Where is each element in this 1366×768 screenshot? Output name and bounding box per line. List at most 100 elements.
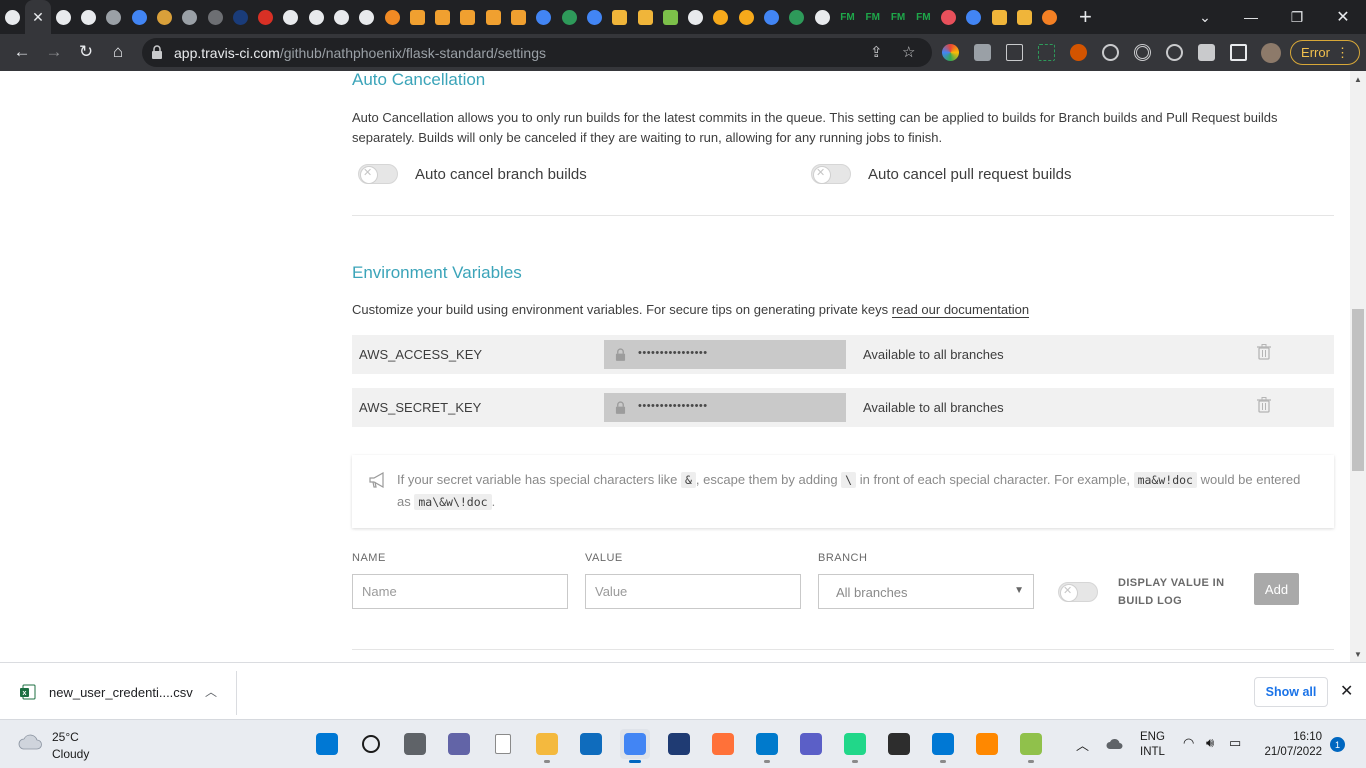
browser-tab[interactable]: [126, 0, 151, 34]
browser-tab[interactable]: [228, 0, 253, 34]
value-input[interactable]: [585, 574, 801, 609]
react-extension-icon[interactable]: [1102, 44, 1119, 61]
back-button[interactable]: ←: [8, 38, 36, 66]
trash-icon[interactable]: [1257, 344, 1271, 360]
screenshot-extension-icon[interactable]: [1038, 44, 1055, 61]
name-input[interactable]: [352, 574, 568, 609]
language-indicator[interactable]: ENG INTL: [1140, 730, 1165, 760]
close-window-button[interactable]: ✕: [1320, 0, 1366, 34]
browser-tab[interactable]: [1012, 0, 1037, 34]
wifi-icon[interactable]: ◠: [1183, 735, 1194, 751]
restore-button[interactable]: ❐: [1274, 0, 1320, 34]
cb-extension-icon[interactable]: [1006, 44, 1023, 61]
browser-tab[interactable]: [759, 0, 784, 34]
browser-tab[interactable]: [1037, 0, 1062, 34]
bookmark-star-icon[interactable]: ☆: [902, 43, 915, 61]
scroll-up-arrow-icon[interactable]: ▲: [1354, 75, 1362, 84]
firefox-icon[interactable]: [708, 729, 738, 759]
browser-tab[interactable]: FM: [885, 0, 910, 34]
browser-tab[interactable]: [405, 0, 430, 34]
outlook-icon[interactable]: [928, 729, 958, 763]
excel-file-icon[interactable]: x: [20, 684, 36, 700]
wordpress-extension-icon[interactable]: [1070, 44, 1087, 61]
chrome-icon[interactable]: [620, 729, 650, 763]
vlc-icon[interactable]: [972, 729, 1002, 759]
browser-tab[interactable]: [253, 0, 278, 34]
display-value-toggle[interactable]: ✕: [1058, 582, 1098, 602]
pycharm-icon[interactable]: [840, 729, 870, 763]
onedrive-cloud-icon[interactable]: [1106, 738, 1124, 750]
documentation-link[interactable]: read our documentation: [891, 302, 1030, 318]
w-extension-icon[interactable]: [1166, 44, 1183, 61]
minimize-button[interactable]: —: [1228, 0, 1274, 34]
notepadpp-icon[interactable]: [1016, 729, 1046, 763]
extensions-puzzle-icon[interactable]: [1198, 44, 1215, 61]
profile-avatar[interactable]: [1261, 43, 1281, 63]
browser-tab[interactable]: [734, 0, 759, 34]
browser-tab[interactable]: [0, 0, 25, 34]
browser-tab[interactable]: [278, 0, 303, 34]
teams-chat-icon[interactable]: [444, 729, 474, 759]
browser-tab[interactable]: [481, 0, 506, 34]
address-bar[interactable]: app.travis-ci.com/github/nathphoenix/fla…: [142, 38, 932, 67]
side-panel-icon[interactable]: [1230, 44, 1247, 61]
error-button[interactable]: Error ⋮: [1290, 40, 1360, 65]
share-icon[interactable]: ⇪: [870, 43, 883, 61]
browser-tab[interactable]: [329, 0, 354, 34]
system-clock[interactable]: 16:10 21/07/2022: [1262, 730, 1322, 760]
browser-tab[interactable]: [379, 0, 404, 34]
browser-tab[interactable]: [202, 0, 227, 34]
browser-tab[interactable]: [455, 0, 480, 34]
browser-tab[interactable]: [557, 0, 582, 34]
close-download-bar-icon[interactable]: ✕: [1340, 681, 1353, 701]
task-view-icon[interactable]: [400, 729, 430, 759]
target-extension-icon[interactable]: [1134, 44, 1151, 61]
new-tab-button[interactable]: +: [1072, 4, 1098, 30]
browser-tab[interactable]: [784, 0, 809, 34]
file-explorer-icon[interactable]: [532, 729, 562, 763]
browser-tab[interactable]: [607, 0, 632, 34]
close-tab-icon[interactable]: ✕: [32, 9, 44, 26]
search-icon[interactable]: [356, 729, 386, 759]
browser-tab[interactable]: [354, 0, 379, 34]
browser-tab[interactable]: [936, 0, 961, 34]
browser-tab[interactable]: [152, 0, 177, 34]
browser-tab[interactable]: [430, 0, 455, 34]
color-picker-extension-icon[interactable]: [942, 44, 959, 61]
browser-tab[interactable]: [582, 0, 607, 34]
branch-select[interactable]: All branches ▼: [818, 574, 1034, 609]
browser-tab[interactable]: ✕: [25, 0, 51, 34]
browser-tab[interactable]: [683, 0, 708, 34]
forward-button[interactable]: →: [40, 38, 68, 66]
page-scrollbar[interactable]: ▲ ▼: [1350, 71, 1366, 662]
home-button[interactable]: ⌂: [104, 38, 132, 66]
battery-icon[interactable]: ▭: [1229, 735, 1241, 751]
file-icon[interactable]: [488, 729, 518, 759]
scroll-down-arrow-icon[interactable]: ▼: [1354, 650, 1362, 659]
volume-icon[interactable]: 🔊︎: [1206, 735, 1214, 751]
mail-icon[interactable]: [576, 729, 606, 759]
notification-badge[interactable]: 1: [1330, 737, 1345, 752]
browser-tab[interactable]: FM: [860, 0, 885, 34]
teams-icon[interactable]: [796, 729, 826, 759]
add-button[interactable]: Add: [1254, 573, 1299, 605]
chevron-up-icon[interactable]: ︿: [205, 683, 217, 700]
chevron-up-icon[interactable]: ︿: [1076, 735, 1089, 754]
browser-tab[interactable]: [987, 0, 1012, 34]
windows-start-icon[interactable]: [312, 729, 342, 759]
browser-tab[interactable]: [632, 0, 657, 34]
reload-button[interactable]: ↻: [72, 38, 100, 66]
browser-tab[interactable]: [506, 0, 531, 34]
browser-tab[interactable]: [961, 0, 986, 34]
browser-tab[interactable]: [658, 0, 683, 34]
scroll-thumb[interactable]: [1352, 309, 1364, 471]
show-all-button[interactable]: Show all: [1254, 677, 1328, 707]
browser-tab[interactable]: [51, 0, 76, 34]
browser-tab[interactable]: [304, 0, 329, 34]
terminal-icon[interactable]: [884, 729, 914, 759]
browser-tab[interactable]: [810, 0, 835, 34]
browser-tab[interactable]: [708, 0, 733, 34]
download-filename[interactable]: new_user_credenti....csv: [49, 685, 193, 700]
auto-cancel-pr-toggle[interactable]: ✕: [811, 164, 851, 184]
browser-tab[interactable]: [177, 0, 202, 34]
